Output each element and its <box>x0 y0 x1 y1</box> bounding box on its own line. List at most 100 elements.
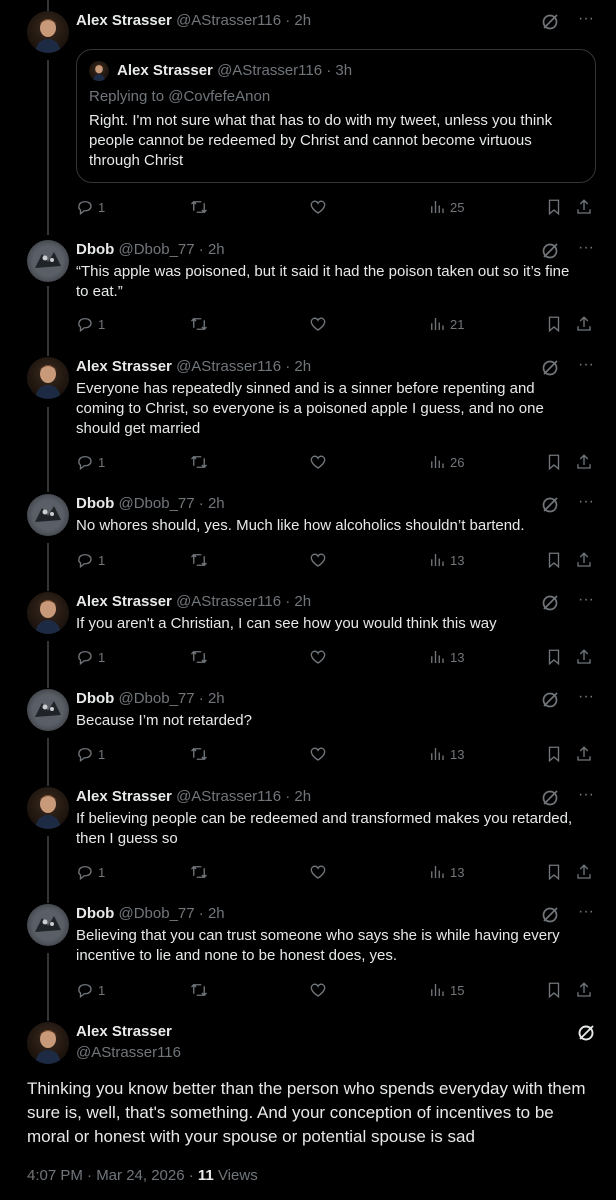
like-button[interactable] <box>309 452 327 472</box>
views-button[interactable]: 13 <box>428 550 464 570</box>
like-button[interactable] <box>309 862 327 882</box>
more-options-icon[interactable]: ··· <box>576 904 596 925</box>
more-options-icon[interactable]: ··· <box>576 689 596 710</box>
share-button[interactable] <box>575 744 593 764</box>
share-button[interactable] <box>575 647 593 667</box>
reply-button[interactable]: 1 <box>76 452 105 472</box>
reply-button[interactable]: 1 <box>76 550 105 570</box>
grok-icon[interactable] <box>540 12 560 32</box>
reply-button[interactable]: 1 <box>76 980 105 1000</box>
timestamp[interactable]: 2h <box>294 593 311 610</box>
avatar[interactable] <box>27 494 69 536</box>
timestamp[interactable]: 2h <box>208 690 225 707</box>
quoted-tweet[interactable]: Alex Strasser @AStrasser116 · 3h Replyin… <box>76 49 596 183</box>
reply-tweet[interactable]: Dbob @Dbob_77 · 2h ··· Believing that yo… <box>0 904 616 1004</box>
views-button[interactable]: 13 <box>428 744 464 764</box>
timestamp[interactable]: 2h <box>294 12 311 29</box>
like-button[interactable] <box>309 744 327 764</box>
grok-icon[interactable] <box>540 905 560 925</box>
avatar[interactable] <box>27 11 69 53</box>
avatar[interactable] <box>27 357 69 399</box>
like-button[interactable] <box>309 647 327 667</box>
like-button[interactable] <box>309 550 327 570</box>
retweet-button[interactable] <box>190 550 208 570</box>
views-button[interactable]: 26 <box>428 452 464 472</box>
author-handle[interactable]: @AStrasser116 <box>76 1043 181 1063</box>
tweet-timestamp[interactable]: 4:07 PM · Mar 24, 2026 · <box>27 1167 198 1184</box>
author-handle[interactable]: @Dbob_77 <box>119 495 195 512</box>
reply-button[interactable]: 1 <box>76 197 105 217</box>
share-button[interactable] <box>575 197 593 217</box>
grok-icon[interactable] <box>540 241 560 261</box>
bookmark-button[interactable] <box>545 550 563 570</box>
author-name[interactable]: Alex Strasser <box>76 788 172 805</box>
author-handle[interactable]: @AStrasser116 <box>176 12 281 29</box>
more-options-icon[interactable]: ··· <box>576 787 596 808</box>
grok-icon[interactable] <box>576 1023 596 1043</box>
author-handle[interactable]: @AStrasser116 <box>176 788 281 805</box>
timestamp[interactable]: 2h <box>294 788 311 805</box>
author-handle[interactable]: @AStrasser116 <box>176 593 281 610</box>
reply-tweet[interactable]: Dbob @Dbob_77 · 2h ··· Because I’m not r… <box>0 689 616 769</box>
views-button[interactable]: 25 <box>428 197 464 217</box>
like-button[interactable] <box>309 197 327 217</box>
reply-tweet[interactable]: Dbob @Dbob_77 · 2h ··· “This apple was p… <box>0 240 616 340</box>
timestamp[interactable]: 2h <box>208 905 225 922</box>
author-handle[interactable]: @Dbob_77 <box>119 905 195 922</box>
more-options-icon[interactable]: ··· <box>576 11 596 32</box>
retweet-button[interactable] <box>190 862 208 882</box>
author-name[interactable]: Alex Strasser <box>76 1022 172 1042</box>
retweet-button[interactable] <box>190 452 208 472</box>
grok-icon[interactable] <box>540 593 560 613</box>
author-name[interactable]: Dbob <box>76 905 114 922</box>
author-handle[interactable]: @Dbob_77 <box>119 241 195 258</box>
more-options-icon[interactable]: ··· <box>576 494 596 515</box>
author-name[interactable]: Alex Strasser <box>76 12 172 29</box>
avatar[interactable] <box>27 240 69 282</box>
reply-tweet[interactable]: Alex Strasser @AStrasser116 · 2h ··· Ale… <box>0 11 616 221</box>
timestamp[interactable]: 2h <box>208 241 225 258</box>
author-handle[interactable]: @AStrasser116 <box>176 358 281 375</box>
avatar[interactable] <box>27 904 69 946</box>
bookmark-button[interactable] <box>545 314 563 334</box>
reply-button[interactable]: 1 <box>76 744 105 764</box>
reply-button[interactable]: 1 <box>76 314 105 334</box>
grok-icon[interactable] <box>540 495 560 515</box>
more-options-icon[interactable]: ··· <box>576 357 596 378</box>
author-name[interactable]: Dbob <box>76 495 114 512</box>
more-options-icon[interactable]: ··· <box>576 592 596 613</box>
views-button[interactable]: 15 <box>428 980 464 1000</box>
author-name[interactable]: Dbob <box>76 690 114 707</box>
reply-tweet[interactable]: Alex Strasser @AStrasser116 · 2h ··· Eve… <box>0 357 616 477</box>
like-button[interactable] <box>309 314 327 334</box>
share-button[interactable] <box>575 980 593 1000</box>
share-button[interactable] <box>575 550 593 570</box>
share-button[interactable] <box>575 862 593 882</box>
bookmark-button[interactable] <box>545 862 563 882</box>
retweet-button[interactable] <box>190 197 208 217</box>
avatar[interactable] <box>27 787 69 829</box>
grok-icon[interactable] <box>540 358 560 378</box>
retweet-button[interactable] <box>190 314 208 334</box>
timestamp[interactable]: 2h <box>294 358 311 375</box>
retweet-button[interactable] <box>190 744 208 764</box>
reply-tweet[interactable]: Dbob @Dbob_77 · 2h ··· No whores should,… <box>0 494 616 574</box>
views-button[interactable]: 21 <box>428 314 464 334</box>
bookmark-button[interactable] <box>545 197 563 217</box>
reply-tweet[interactable]: Alex Strasser @AStrasser116 · 2h ··· If … <box>0 592 616 672</box>
reply-button[interactable]: 1 <box>76 862 105 882</box>
author-handle[interactable]: @Dbob_77 <box>119 690 195 707</box>
bookmark-button[interactable] <box>545 980 563 1000</box>
avatar[interactable] <box>27 689 69 731</box>
author-name[interactable]: Alex Strasser <box>76 593 172 610</box>
grok-icon[interactable] <box>540 690 560 710</box>
share-button[interactable] <box>575 452 593 472</box>
views-button[interactable]: 13 <box>428 647 464 667</box>
bookmark-button[interactable] <box>545 452 563 472</box>
retweet-button[interactable] <box>190 647 208 667</box>
avatar[interactable] <box>27 592 69 634</box>
bookmark-button[interactable] <box>545 744 563 764</box>
grok-icon[interactable] <box>540 788 560 808</box>
share-button[interactable] <box>575 314 593 334</box>
more-options-icon[interactable]: ··· <box>576 240 596 261</box>
